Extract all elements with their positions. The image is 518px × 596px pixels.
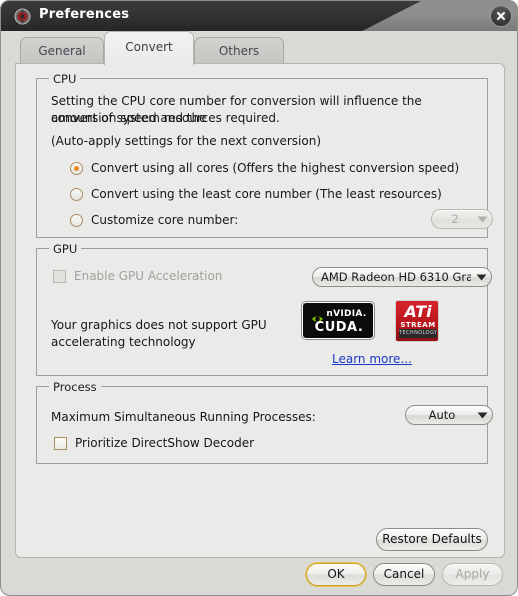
preferences-window: Preferences General Convert Others CPU S… <box>0 0 518 596</box>
apply-button[interactable]: Apply <box>442 563 503 586</box>
tab-others[interactable]: Others <box>194 37 284 65</box>
cpu-group-legend: CPU <box>49 72 81 86</box>
radio-least-cores[interactable]: Convert using the least core number (The… <box>70 187 442 201</box>
max-processes-label: Maximum Simultaneous Running Processes: <box>51 410 316 424</box>
chevron-down-icon <box>471 274 491 281</box>
cancel-button[interactable]: Cancel <box>373 563 435 586</box>
gpu-group: GPU Enable GPU Acceleration AMD Radeon H… <box>36 242 492 376</box>
core-number-dropdown[interactable]: 2 <box>431 209 493 229</box>
radio-all-cores-indicator <box>70 161 83 175</box>
ok-button[interactable]: OK <box>306 563 366 586</box>
enable-gpu-acceleration-label: Enable GPU Acceleration <box>74 269 223 283</box>
prioritize-directshow-label: Prioritize DirectShow Decoder <box>75 436 255 450</box>
tab-general[interactable]: General <box>20 37 104 65</box>
prioritize-directshow-checkbox[interactable]: Prioritize DirectShow Decoder <box>54 436 254 450</box>
cpu-autoapply-note: (Auto-apply settings for the next conver… <box>51 134 321 148</box>
nvidia-cuda-logo-icon: nVIDIA. CUDA. <box>302 302 374 339</box>
ati-stream-logo-icon: ATi STREAM TECHNOLOGY <box>395 300 439 342</box>
cpu-description-line2: amount of system resources required. <box>51 111 280 125</box>
gpu-status-line2: accelerating technology <box>51 335 196 349</box>
chevron-down-icon <box>472 412 492 419</box>
max-processes-dropdown-value: Auto <box>428 408 456 422</box>
radio-all-cores[interactable]: Convert using all cores (Offers the high… <box>70 161 459 175</box>
gpu-device-dropdown-value: AMD Radeon HD 6310 Graphics <box>321 270 471 284</box>
gpu-status-line1: Your graphics does not support GPU <box>51 318 267 332</box>
chevron-down-icon <box>472 216 492 223</box>
dialog-footer: OK Cancel Apply <box>1 555 517 595</box>
restore-defaults-button[interactable]: Restore Defaults <box>376 528 488 551</box>
core-number-dropdown-value: 2 <box>451 212 459 226</box>
radio-least-cores-label: Convert using the least core number (The… <box>91 187 442 201</box>
radio-customize-cores-indicator <box>70 213 83 227</box>
nvidia-eye-icon <box>311 309 324 322</box>
enable-gpu-acceleration-box <box>53 269 66 283</box>
tab-convert[interactable]: Convert <box>104 31 194 65</box>
prioritize-directshow-box <box>54 436 67 450</box>
titlebar: Preferences <box>1 1 517 31</box>
cuda-product-text: CUDA. <box>314 320 364 335</box>
window-title: Preferences <box>39 7 130 22</box>
enable-gpu-acceleration-checkbox[interactable]: Enable GPU Acceleration <box>53 269 222 283</box>
process-group-legend: Process <box>49 380 101 394</box>
gpu-device-dropdown[interactable]: AMD Radeon HD 6310 Graphics <box>312 267 492 287</box>
radio-customize-cores-label: Customize core number: <box>91 213 239 227</box>
nvidia-brand-row: nVIDIA. <box>303 307 373 322</box>
radio-customize-cores[interactable]: Customize core number: <box>70 213 238 227</box>
tab-panel-convert: CPU Setting the CPU core number for conv… <box>15 63 505 558</box>
ati-technology-text: TECHNOLOGY <box>399 329 438 338</box>
gpu-group-legend: GPU <box>49 242 82 256</box>
nvidia-brand-text: nVIDIA. <box>326 308 367 319</box>
ati-stream-text: STREAM <box>400 321 436 329</box>
close-icon[interactable] <box>490 5 512 27</box>
radio-all-cores-label: Convert using all cores (Offers the high… <box>91 161 460 175</box>
cpu-group: CPU Setting the CPU core number for conv… <box>36 72 493 238</box>
ati-brand-text: ATi <box>404 302 432 321</box>
app-logo-icon <box>14 8 31 25</box>
max-processes-dropdown[interactable]: Auto <box>405 405 493 425</box>
tabstrip: General Convert Others <box>1 31 517 65</box>
radio-least-cores-indicator <box>70 187 83 201</box>
learn-more-link[interactable]: Learn more... <box>332 352 412 366</box>
process-group: Process Maximum Simultaneous Running Pro… <box>36 380 493 464</box>
